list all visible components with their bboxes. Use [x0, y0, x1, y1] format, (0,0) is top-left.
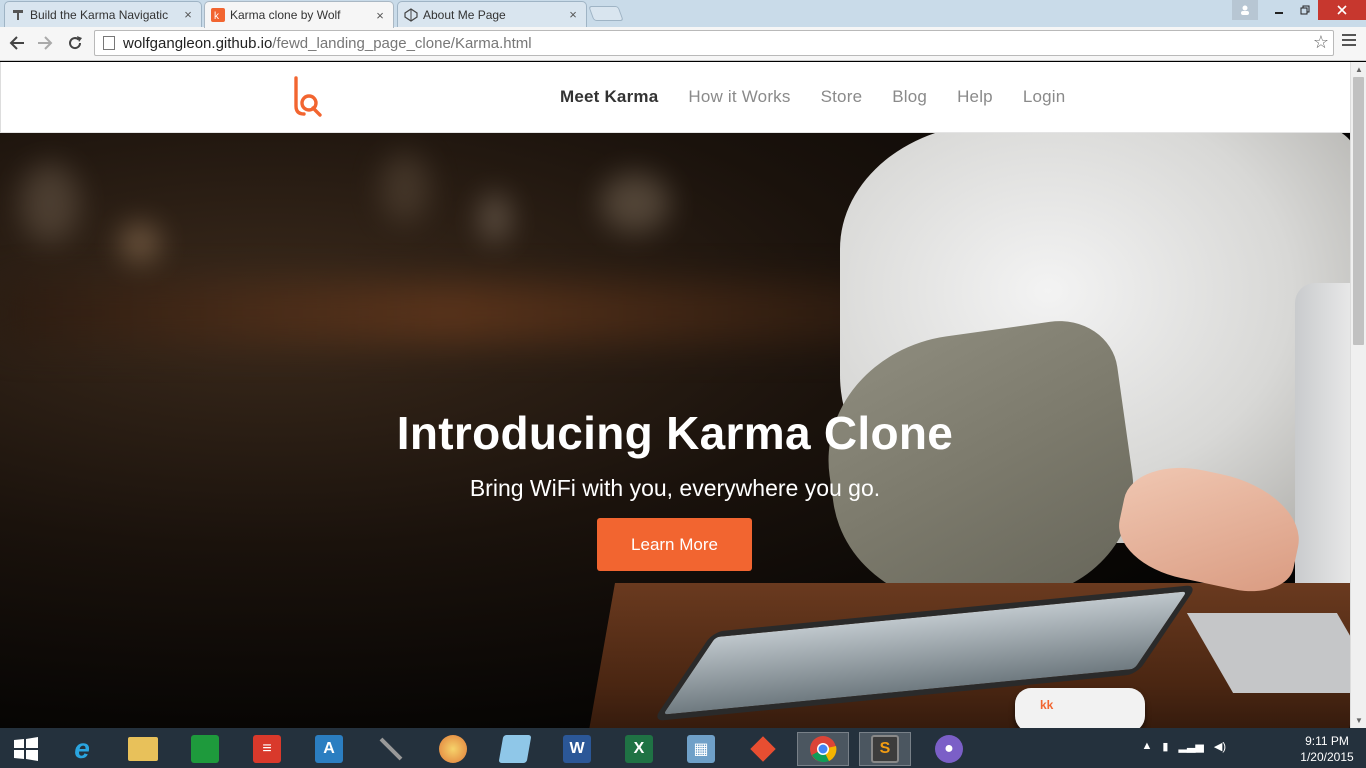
- url-path: /fewd_landing_page_clone/Karma.html: [272, 34, 532, 52]
- hero-subtitle: Bring WiFi with you, everywhere you go.: [469, 475, 881, 501]
- karma-logo[interactable]: [291, 76, 323, 118]
- hero-title: Introducing Karma Clone: [396, 407, 954, 459]
- paint-icon[interactable]: [427, 732, 479, 766]
- user-icon[interactable]: [1232, 0, 1258, 20]
- page-icon: [103, 36, 115, 50]
- window-close-button[interactable]: [1318, 0, 1366, 20]
- chevron-up-icon[interactable]: ▲: [1142, 740, 1153, 753]
- learn-more-button[interactable]: Learn More: [597, 518, 752, 571]
- word-icon[interactable]: W: [551, 732, 603, 766]
- volume-icon[interactable]: ◀): [1214, 740, 1226, 753]
- app-icon[interactable]: A: [303, 732, 355, 766]
- nav-help[interactable]: Help: [957, 87, 993, 107]
- scrollbar-thumb[interactable]: [1353, 77, 1364, 345]
- taskbar-clock[interactable]: 9:11 PM 1/20/2015: [1292, 733, 1362, 765]
- hero-section: kk Introducing Karma Clone Bring WiFi wi…: [0, 133, 1350, 728]
- web-page: Meet Karma How it Works Store Blog Help …: [0, 62, 1350, 728]
- bookmark-star-icon[interactable]: ☆: [1313, 32, 1329, 53]
- chrome-icon[interactable]: [797, 732, 849, 766]
- calculator-icon[interactable]: ▦: [675, 732, 727, 766]
- tab-title: Karma clone by Wolf: [230, 8, 341, 22]
- nav-how-it-works[interactable]: How it Works: [688, 87, 790, 107]
- store-icon[interactable]: [179, 732, 231, 766]
- todoist-icon[interactable]: ≡: [241, 732, 293, 766]
- document-icon: [11, 8, 25, 22]
- browser-toolbar: wolfgangleon.github.io /fewd_landing_pag…: [0, 27, 1366, 61]
- internet-explorer-icon[interactable]: e: [56, 732, 108, 766]
- tab-karma-clone[interactable]: k Karma clone by Wolf ×: [204, 1, 394, 28]
- main-nav: Meet Karma How it Works Store Blog Help …: [560, 87, 1095, 107]
- windows-start-icon[interactable]: [0, 732, 52, 766]
- nav-login[interactable]: Login: [1023, 87, 1066, 107]
- git-icon[interactable]: [737, 732, 789, 766]
- reload-icon[interactable]: [63, 31, 87, 55]
- tab-title: Build the Karma Navigatic: [30, 7, 169, 22]
- browser-tab-strip: Build the Karma Navigatic × k Karma clon…: [0, 0, 1366, 28]
- notepad-icon[interactable]: [489, 732, 541, 766]
- github-icon[interactable]: ●: [923, 732, 975, 766]
- tab-close-icon[interactable]: ×: [181, 7, 195, 22]
- site-header: Meet Karma How it Works Store Blog Help …: [0, 62, 1350, 133]
- page-scrollbar[interactable]: ▲ ▼: [1350, 62, 1366, 728]
- signal-icon[interactable]: ▂▃▅: [1178, 740, 1203, 753]
- clock-date: 1/20/2015: [1300, 750, 1354, 764]
- chrome-menu-icon[interactable]: [1342, 34, 1356, 49]
- nav-blog[interactable]: Blog: [892, 87, 927, 107]
- url-host: wolfgangleon.github.io: [123, 34, 273, 52]
- tab-build-karma-navigation[interactable]: Build the Karma Navigatic ×: [4, 1, 202, 27]
- nav-meet-karma[interactable]: Meet Karma: [560, 87, 658, 107]
- codepen-icon: [404, 7, 418, 22]
- pen-tool-icon[interactable]: [365, 732, 417, 766]
- clock-time: 9:11 PM: [1305, 734, 1349, 748]
- system-tray: ▲ ▮ ▂▃▅ ◀): [1142, 740, 1226, 753]
- restore-button[interactable]: [1290, 0, 1320, 20]
- forward-arrow-icon[interactable]: [33, 31, 57, 55]
- file-explorer-icon[interactable]: [117, 732, 169, 766]
- tab-close-icon[interactable]: ×: [373, 8, 387, 23]
- sublime-text-icon[interactable]: S: [859, 732, 911, 766]
- tab-title: About Me Page: [423, 7, 506, 22]
- address-bar[interactable]: wolfgangleon.github.io /fewd_landing_pag…: [94, 30, 1334, 56]
- new-tab-button[interactable]: [588, 6, 624, 21]
- scroll-down-icon[interactable]: ▼: [1354, 716, 1364, 725]
- karma-favicon: k: [211, 8, 225, 22]
- windows-taskbar: e ≡ A W X ▦ S ● ▲ ▮ ▂▃▅ ◀) 9:11 PM 1/20/…: [0, 728, 1366, 768]
- excel-icon[interactable]: X: [613, 732, 665, 766]
- scroll-up-icon[interactable]: ▲: [1354, 65, 1364, 74]
- nav-store[interactable]: Store: [821, 87, 863, 107]
- tab-close-icon[interactable]: ×: [566, 7, 580, 22]
- tab-about-me-page[interactable]: About Me Page ×: [397, 1, 587, 27]
- back-arrow-icon[interactable]: [5, 31, 29, 55]
- battery-icon[interactable]: ▮: [1162, 740, 1168, 753]
